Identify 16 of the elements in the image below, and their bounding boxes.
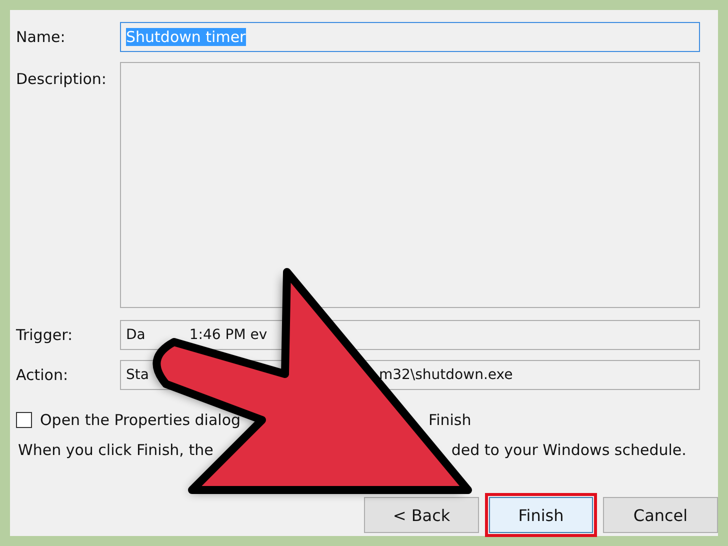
info-text: When you click Finish, the — [18, 441, 214, 459]
checkbox[interactable] — [16, 412, 32, 428]
field-label: Name: — [16, 28, 66, 46]
checkbox-label: Open the Properties dialog — [40, 411, 241, 429]
checkbox-label: Finish — [428, 411, 472, 429]
field-text: 1:46 PM ev — [189, 327, 268, 343]
field-label: Action: — [16, 366, 70, 384]
field-text: m32\shutdown.exe — [378, 367, 513, 383]
field-text: Sta — [126, 367, 149, 383]
description-field[interactable] — [120, 62, 700, 308]
cancel-button[interactable]: Cancel — [603, 497, 718, 533]
field-label: Trigger: — [16, 326, 74, 344]
back-button[interactable]: < Back — [364, 497, 479, 533]
field-label: Description: — [16, 69, 108, 88]
info-text: ded to your Windows schedule. — [451, 441, 686, 459]
field-text: Da — [126, 327, 146, 343]
